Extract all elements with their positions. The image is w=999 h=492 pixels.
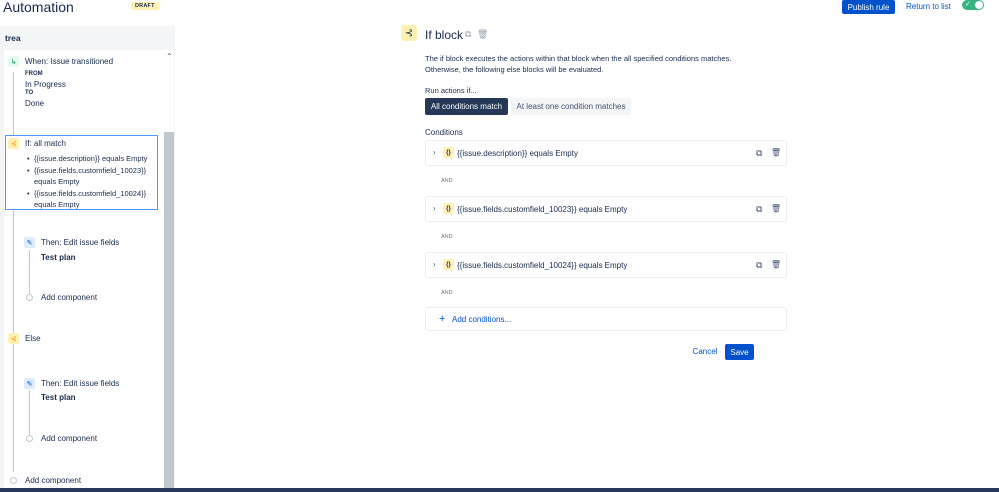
scrollbar-thumb[interactable] — [164, 132, 174, 492]
add-component-link[interactable]: Add component — [25, 476, 81, 485]
condition-summary-item: {{issue.fields.customfield_10023}} equal… — [27, 165, 156, 188]
at-least-one-match-option[interactable]: At least one condition matches — [511, 98, 631, 115]
from-value: In Progress — [25, 80, 66, 89]
braces-icon: {} — [443, 259, 454, 270]
trash-icon[interactable]: 🗑 — [477, 29, 488, 40]
bottom-bar — [0, 488, 999, 492]
condition-text: {{issue.fields.customfield_10023}} equal… — [457, 205, 628, 214]
trigger-title[interactable]: When: Issue transitioned — [25, 57, 113, 66]
if-block-condition-list: {{issue.description}} equals Empty {{iss… — [27, 153, 156, 211]
chevron-right-icon[interactable]: › — [433, 148, 436, 157]
add-component-link[interactable]: Add component — [41, 434, 97, 443]
condition-row[interactable]: › {} {{issue.description}} equals Empty … — [425, 140, 787, 166]
braces-icon: {} — [443, 147, 454, 158]
trash-icon[interactable]: 🗑 — [771, 148, 781, 157]
from-label: FROM — [25, 71, 43, 77]
run-actions-label: Run actions if... — [425, 86, 477, 95]
else-title[interactable]: Else — [25, 334, 41, 343]
add-conditions-label: Add conditions... — [452, 315, 512, 324]
rule-enabled-toggle[interactable]: ✓ — [962, 0, 984, 10]
save-button[interactable]: Save — [725, 344, 754, 360]
trash-icon[interactable]: 🗑 — [771, 260, 781, 269]
condition-summary-item: {{issue.fields.customfield_10024}} equal… — [27, 188, 156, 211]
branch-icon: ⊰ — [401, 25, 417, 41]
action-title[interactable]: Then: Edit issue fields — [41, 379, 119, 388]
copy-icon[interactable]: ⧉ — [756, 204, 762, 215]
condition-row[interactable]: › {} {{issue.fields.customfield_10024}} … — [425, 252, 787, 278]
chevron-up-icon[interactable]: ⌃ — [166, 52, 173, 61]
condition-text: {{issue.fields.customfield_10024}} equal… — [457, 261, 628, 270]
add-component-link[interactable]: Add component — [41, 293, 97, 302]
conditions-label: Conditions — [425, 128, 463, 137]
branch-icon: ⊰ — [8, 138, 19, 149]
and-separator: AND — [441, 290, 453, 296]
braces-icon: {} — [443, 203, 454, 214]
cancel-button[interactable]: Cancel — [690, 344, 720, 359]
to-label: TO — [25, 90, 34, 96]
rule-name: trea — [5, 33, 21, 43]
action-detail: Test plan — [41, 393, 76, 402]
to-value: Done — [25, 99, 45, 108]
and-separator: AND — [441, 178, 453, 184]
add-component-dot — [10, 477, 17, 484]
copy-icon[interactable]: ⧉ — [756, 148, 762, 159]
add-component-dot — [26, 435, 33, 442]
copy-icon[interactable]: ⧉ — [756, 260, 762, 271]
chevron-right-icon[interactable]: › — [433, 260, 436, 269]
copy-icon[interactable]: ⧉ — [465, 29, 471, 40]
condition-summary-item: {{issue.description}} equals Empty — [27, 153, 156, 165]
add-component-dot — [26, 294, 33, 301]
action-title[interactable]: Then: Edit issue fields — [41, 238, 119, 247]
add-conditions-button[interactable]: + Add conditions... — [425, 307, 787, 331]
tree-connector — [29, 250, 30, 297]
pencil-icon: ✎ — [24, 237, 35, 248]
plus-icon: + — [439, 313, 446, 325]
trash-icon[interactable]: 🗑 — [771, 204, 781, 213]
draft-badge: DRAFT — [131, 2, 159, 10]
page-title: Automation — [3, 0, 74, 15]
chevron-right-icon[interactable]: › — [433, 204, 436, 213]
publish-rule-button[interactable]: Publish rule — [842, 0, 895, 14]
and-separator: AND — [441, 234, 453, 240]
branch-icon: ⊰ — [8, 333, 19, 344]
return-to-list-link[interactable]: Return to list — [906, 2, 951, 11]
if-block-title: If: all match — [25, 139, 66, 148]
tree-connector — [29, 390, 30, 438]
trigger-icon: ↳ — [8, 56, 19, 67]
tree-connector — [13, 72, 14, 472]
condition-text: {{issue.description}} equals Empty — [457, 149, 578, 158]
check-icon: ✓ — [965, 1, 971, 8]
pencil-icon: ✎ — [24, 378, 35, 389]
action-detail: Test plan — [41, 253, 76, 262]
all-conditions-match-option[interactable]: All conditions match — [425, 98, 508, 115]
if-block-heading: If block — [425, 28, 464, 42]
condition-row[interactable]: › {} {{issue.fields.customfield_10023}} … — [425, 196, 787, 222]
toggle-knob — [975, 1, 983, 9]
if-block-description: The if block executes the actions within… — [425, 54, 732, 74]
